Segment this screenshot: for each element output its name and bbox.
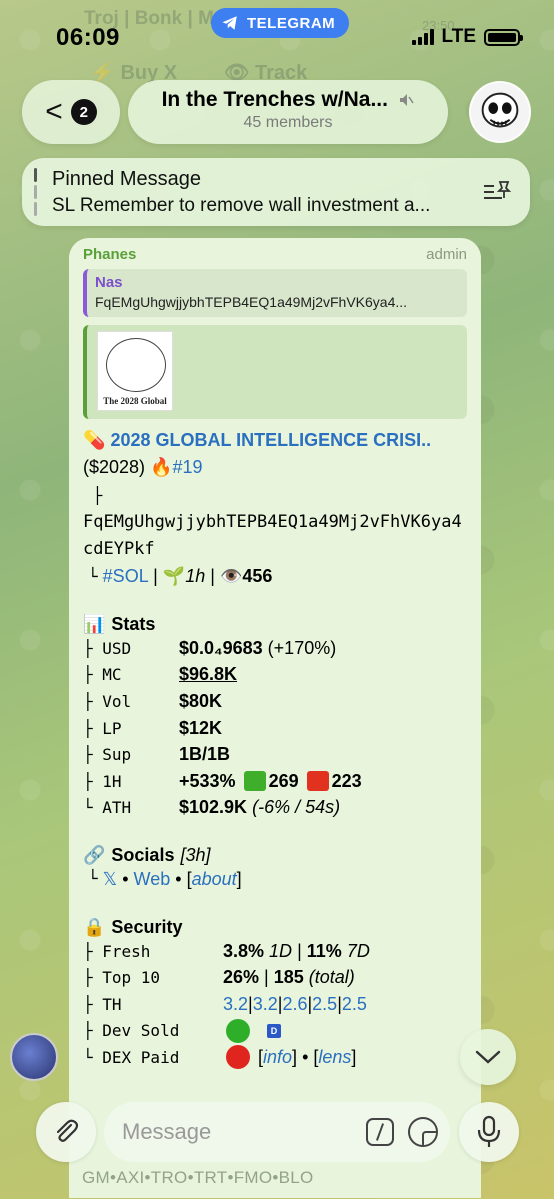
reply-sender: Nas <box>95 274 123 291</box>
pill-icon: 💊 <box>83 430 106 450</box>
stat-row-vol: ├ Vol $80K <box>83 690 223 711</box>
security-title: Security <box>111 916 183 937</box>
composer-bar <box>0 1098 554 1168</box>
sticker-icon[interactable] <box>408 1117 438 1147</box>
sender-avatar[interactable] <box>10 1033 58 1081</box>
eye-icon: 👁️ <box>219 566 243 586</box>
pinned-list-icon[interactable] <box>482 178 512 206</box>
stat-row-ath: └ ATH $102.9K (-6% / 54s) <box>83 797 341 818</box>
stat-row-mc: ├ MC $96.8K <box>83 664 238 685</box>
group-avatar[interactable] <box>469 81 531 143</box>
socials-section: 🔗 Socials [3h] └ 𝕏 • Web • [about] <box>83 845 467 893</box>
pinned-message-bar[interactable]: Pinned Message SL Remember to remove wal… <box>22 158 530 226</box>
x-link[interactable]: 𝕏 <box>103 869 118 890</box>
skull-avatar-icon <box>471 83 529 141</box>
preview-thumbnail: The 2028 Global <box>97 331 173 411</box>
token-meta: └ #SOL | 🌱1h | 👁️456 <box>88 566 273 586</box>
signal-icon <box>411 29 434 45</box>
network-label: LTE <box>441 26 476 47</box>
back-button[interactable]: < 2 <box>22 80 120 144</box>
sec-row-dev-sold: ├ Dev Sold D <box>83 1018 467 1045</box>
sec-row-fresh: ├ Fresh 3.8% 1D | 11% 7D <box>83 940 370 961</box>
sell-square-icon <box>306 771 329 792</box>
link-icon: 🔗 <box>83 845 106 866</box>
chat-header[interactable]: In the Trenches w/Na... 45 members <box>128 80 448 144</box>
about-link[interactable]: about <box>192 869 237 890</box>
paperclip-icon <box>56 1119 79 1142</box>
telegram-pill[interactable]: TELEGRAM <box>211 8 350 38</box>
attach-button[interactable] <box>36 1102 96 1162</box>
security-section: 🔒 Security ├ Fresh 3.8% 1D | 11% 7D ├ Top … <box>83 917 467 1071</box>
telegram-icon <box>222 16 237 30</box>
token-views: 456 <box>242 566 273 586</box>
branch-line: ├ <box>92 486 103 505</box>
message-bubble[interactable]: Phanes admin Nas FqEMgUhgwjjybhTEPB4EQ1a… <box>69 238 481 1198</box>
sec-row-dex-paid: └ DEX Paid [info] • [lens] <box>83 1044 467 1071</box>
th-link[interactable]: 2.5 <box>342 994 367 1015</box>
admin-label: admin <box>426 246 467 263</box>
th-link[interactable]: 3.2 <box>253 994 278 1015</box>
stat-row-lp: ├ LP $12K <box>83 717 223 738</box>
stat-row-sup: ├ Sup 1B/1B <box>83 744 231 765</box>
stat-row-usd: ├ USD $0.0₄9683 (+170%) <box>83 637 337 658</box>
lock-icon: 🔒 <box>83 916 106 937</box>
chain-tag[interactable]: #SOL <box>103 566 148 586</box>
chevron-down-icon <box>475 1050 501 1064</box>
unread-badge: 2 <box>70 99 97 125</box>
contract-address[interactable]: FqEMgUhgwjjybhTEPB4EQ1a49Mj2vFhVK6ya4cdE… <box>83 509 467 563</box>
scroll-down-button[interactable] <box>460 1029 516 1085</box>
microphone-button[interactable] <box>459 1102 519 1162</box>
red-circle-icon <box>226 1045 250 1070</box>
lens-link[interactable]: lens <box>318 1047 351 1068</box>
info-link[interactable]: info <box>263 1047 292 1068</box>
status-time: 06:09 <box>56 24 120 51</box>
mc-link[interactable]: $96.8K <box>179 664 237 685</box>
token-ticker: ($2028) <box>83 457 146 477</box>
pinned-title: Pinned Message <box>52 168 201 190</box>
buy-square-icon <box>243 771 266 792</box>
stat-row-1h: ├ 1H +533% 269 223 <box>83 770 362 792</box>
socials-title: Socials <box>111 845 175 866</box>
token-name-link[interactable]: 2028 GLOBAL INTELLIGENCE CRISI.. <box>110 430 431 450</box>
preview-caption: The 2028 Global <box>103 396 167 406</box>
stats-title: Stats <box>111 614 156 634</box>
microphone-icon <box>477 1115 501 1147</box>
mute-icon <box>400 94 415 106</box>
th-link[interactable]: 2.6 <box>282 994 307 1015</box>
sender-name[interactable]: Phanes <box>83 246 136 263</box>
token-rank[interactable]: 🔥#19 <box>150 457 202 477</box>
th-link[interactable]: 2.5 <box>312 994 337 1015</box>
battery-icon <box>484 28 523 46</box>
status-indicators: LTE <box>411 26 523 48</box>
seedling-icon: 🌱 <box>162 566 186 586</box>
socials-links: └ 𝕏 • Web • [about] <box>88 868 242 890</box>
green-circle-icon <box>226 1018 250 1043</box>
status-bar: 06:09 TELEGRAM LTE <box>0 0 554 70</box>
pinned-text: SL Remember to remove wall investment a.… <box>52 195 431 216</box>
chart-icon: 📊 <box>83 614 106 634</box>
sec-row-th: ├ TH 3.2 | 3.2 | 2.6 | 2.5 | 2.5 <box>83 993 367 1015</box>
command-icon[interactable] <box>366 1118 394 1146</box>
token-header: 💊 2028 GLOBAL INTELLIGENCE CRISI.. ($202… <box>83 427 467 481</box>
reply-quote[interactable]: Nas FqEMgUhgwjjybhTEPB4EQ1a49Mj2vFhVK6ya… <box>83 269 467 317</box>
th-link[interactable]: 3.2 <box>223 994 248 1015</box>
web-link[interactable]: Web <box>134 869 171 890</box>
message-input[interactable] <box>104 1102 450 1162</box>
member-count: 45 members <box>243 114 333 131</box>
pinned-indicator <box>34 168 37 216</box>
sec-row-top10: ├ Top 10 26% | 185 (total) <box>83 967 355 988</box>
reply-text: FqEMgUhgwjjybhTEPB4EQ1a49Mj2vFhVK6ya4... <box>95 294 408 310</box>
bot-shortcut-links[interactable]: GM•AXI•TRO•TRT•FMO•BLO <box>82 1168 314 1188</box>
link-preview[interactable]: The 2028 Global <box>83 325 467 419</box>
token-age: 1h <box>185 566 206 586</box>
dev-badge-icon[interactable]: D <box>267 1023 281 1038</box>
chat-title: In the Trenches w/Na... <box>161 88 388 111</box>
chevron-left-icon: < <box>45 95 63 128</box>
stats-section: 📊 Stats ├ USD $0.0₄9683 (+170%) ├ MC $96.8K… <box>83 614 467 821</box>
telegram-pill-label: TELEGRAM <box>247 14 336 32</box>
